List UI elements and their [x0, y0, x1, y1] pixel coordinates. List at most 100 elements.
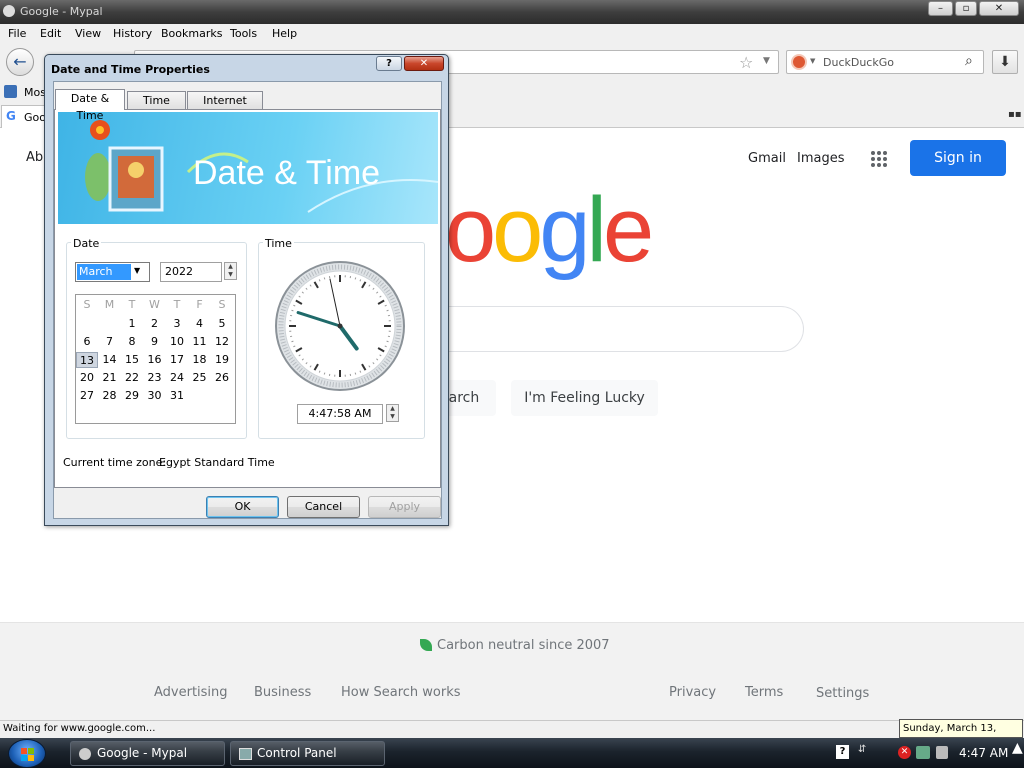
search-box[interactable]: ▼ DuckDuckGo ⌕	[786, 50, 984, 74]
bookmark-favicon-icon	[4, 85, 17, 98]
help-tray-icon[interactable]: ?	[836, 745, 849, 759]
time-up-icon[interactable]: ▲	[387, 405, 398, 413]
clock-tick	[324, 373, 325, 375]
images-link[interactable]: Images	[797, 151, 845, 166]
tab-date-time[interactable]: Date & Time	[55, 89, 125, 110]
dialog-close-button[interactable]: ✕	[404, 56, 444, 71]
calendar-day[interactable]: 9	[144, 334, 166, 350]
calendar-day[interactable]: 16	[144, 352, 166, 368]
time-spinner[interactable]: ▲▼	[386, 404, 399, 422]
sign-in-button[interactable]: Sign in	[910, 140, 1006, 176]
clock-tick	[291, 310, 293, 311]
apply-button[interactable]: Apply	[368, 496, 441, 518]
calendar-day[interactable]: 29	[121, 388, 143, 404]
calendar-day[interactable]: 31	[166, 388, 188, 404]
calendar-day[interactable]: 11	[189, 334, 211, 350]
clock-tick	[291, 341, 293, 342]
minimize-button[interactable]: –	[928, 1, 953, 16]
calendar-day[interactable]: 7	[99, 334, 121, 350]
calendar-day[interactable]: 26	[211, 370, 233, 386]
bookmark-item[interactable]: Mos	[24, 86, 46, 99]
calendar-day[interactable]: 18	[189, 352, 211, 368]
tab-time-zone[interactable]: Time Zone	[127, 91, 186, 109]
calendar-day[interactable]: 5	[211, 316, 233, 332]
bookmark-star-icon[interactable]: ☆	[739, 53, 753, 72]
calendar-day[interactable]: 8	[121, 334, 143, 350]
calendar-day[interactable]: 30	[144, 388, 166, 404]
close-button[interactable]: ✕	[979, 1, 1019, 16]
calendar-day[interactable]: 10	[166, 334, 188, 350]
time-down-icon[interactable]: ▼	[387, 413, 398, 421]
menu-tools[interactable]: Tools	[230, 27, 257, 40]
apps-grid-icon[interactable]	[870, 150, 888, 168]
about-link[interactable]: Ab	[26, 150, 43, 165]
time-input[interactable]: 4:47:58 AM	[297, 404, 383, 424]
calendar-day[interactable]: 17	[166, 352, 188, 368]
footer-link-terms[interactable]: Terms	[745, 685, 783, 700]
start-button[interactable]	[8, 739, 46, 768]
search-icon[interactable]: ⌕	[965, 53, 973, 69]
gmail-link[interactable]: Gmail	[748, 151, 786, 166]
calendar-day[interactable]: 4	[189, 316, 211, 332]
year-input[interactable]: 2022	[160, 262, 222, 282]
tab-internet-time[interactable]: Internet Time	[187, 91, 263, 109]
calendar-day[interactable]: 27	[76, 388, 98, 404]
calendar-day[interactable]: 23	[144, 370, 166, 386]
dialog-title: Date and Time Properties	[51, 63, 210, 76]
calendar-day[interactable]: 28	[99, 388, 121, 404]
google-search-input[interactable]	[440, 306, 804, 352]
clock-center	[338, 324, 343, 329]
maximize-button[interactable]: ▫	[955, 1, 977, 16]
tab-list-icon[interactable]: ▪▪	[1008, 109, 1022, 120]
tray-app-icon[interactable]	[916, 746, 930, 759]
calendar-day[interactable]: 20	[76, 370, 98, 386]
month-dropdown-icon[interactable]: ▼	[134, 266, 140, 275]
calendar-day[interactable]: 2	[144, 316, 166, 332]
menu-view[interactable]: View	[75, 27, 101, 40]
volume-icon[interactable]	[936, 746, 948, 759]
footer-link-settings[interactable]: Settings	[816, 686, 869, 701]
cancel-button[interactable]: Cancel	[287, 496, 360, 518]
taskbar-clock[interactable]: 4:47 AM	[959, 746, 1008, 760]
calendar-day[interactable]: 13	[76, 352, 98, 368]
calendar-day[interactable]: 22	[121, 370, 143, 386]
calendar-day[interactable]: 24	[166, 370, 188, 386]
footer-link-how-search-works[interactable]: How Search works	[341, 685, 461, 700]
month-select[interactable]: March ▼	[75, 262, 150, 282]
download-icon[interactable]: ⬇	[992, 50, 1018, 74]
calendar-day[interactable]: 15	[121, 352, 143, 368]
calendar-day[interactable]: 12	[211, 334, 233, 350]
year-spinner[interactable]: ▲▼	[224, 262, 237, 280]
security-alert-icon[interactable]: ✕	[898, 746, 911, 759]
menu-help[interactable]: Help	[272, 27, 297, 40]
menu-file[interactable]: File	[8, 27, 26, 40]
calendar-day[interactable]: 1	[121, 316, 143, 332]
weekday-header: M	[99, 298, 121, 311]
back-icon[interactable]: ←	[6, 48, 34, 76]
menu-bookmarks[interactable]: Bookmarks	[161, 27, 222, 40]
url-dropdown-icon[interactable]: ▼	[763, 56, 770, 66]
calendar-day[interactable]: 19	[211, 352, 233, 368]
footer-link-business[interactable]: Business	[254, 685, 311, 700]
search-engine-dropdown-icon[interactable]: ▼	[810, 57, 815, 65]
calendar-day[interactable]: 14	[99, 352, 121, 368]
calendar-day[interactable]: 25	[189, 370, 211, 386]
menu-history[interactable]: History	[113, 27, 152, 40]
year-up-icon[interactable]: ▲	[225, 263, 236, 271]
feeling-lucky-button[interactable]: I'm Feeling Lucky	[511, 380, 658, 416]
calendar-day[interactable]: 6	[76, 334, 98, 350]
calendar-day[interactable]: 3	[166, 316, 188, 332]
year-down-icon[interactable]: ▼	[225, 271, 236, 279]
footer-link-privacy[interactable]: Privacy	[669, 685, 716, 700]
taskbar-item-control-panel[interactable]: Control Panel	[230, 741, 385, 766]
ok-button[interactable]: OK	[206, 496, 279, 518]
help-button[interactable]: ?	[376, 56, 402, 71]
calendar-grid[interactable]: SMTWTFS123456789101112131415161718192021…	[75, 294, 236, 424]
google-logo: oogle	[445, 180, 650, 280]
network-tray-icon[interactable]: ⇵	[858, 744, 866, 755]
tab-label: Goo	[24, 111, 46, 124]
menu-edit[interactable]: Edit	[40, 27, 61, 40]
taskbar-item-browser[interactable]: Google - Mypal	[70, 741, 225, 766]
calendar-day[interactable]: 21	[99, 370, 121, 386]
footer-link-advertising[interactable]: Advertising	[154, 685, 228, 700]
